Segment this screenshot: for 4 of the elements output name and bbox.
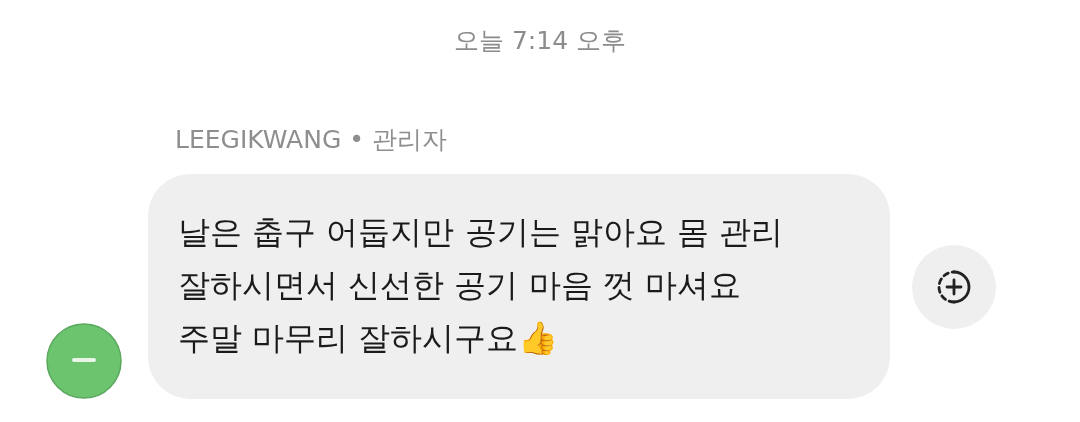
avatar[interactable] — [46, 323, 122, 399]
sender-name: LEEGIKWANG • 관리자 — [175, 125, 447, 154]
message-bubble: 날은 춥구 어둡지만 공기는 맑아요 몸 관리 잘하시면서 신선한 공기 마음 껏 마셔요 주말 마무리 잘하시구요👍 — [148, 174, 890, 399]
timestamp: 오늘 7:14 오후 — [453, 25, 626, 57]
